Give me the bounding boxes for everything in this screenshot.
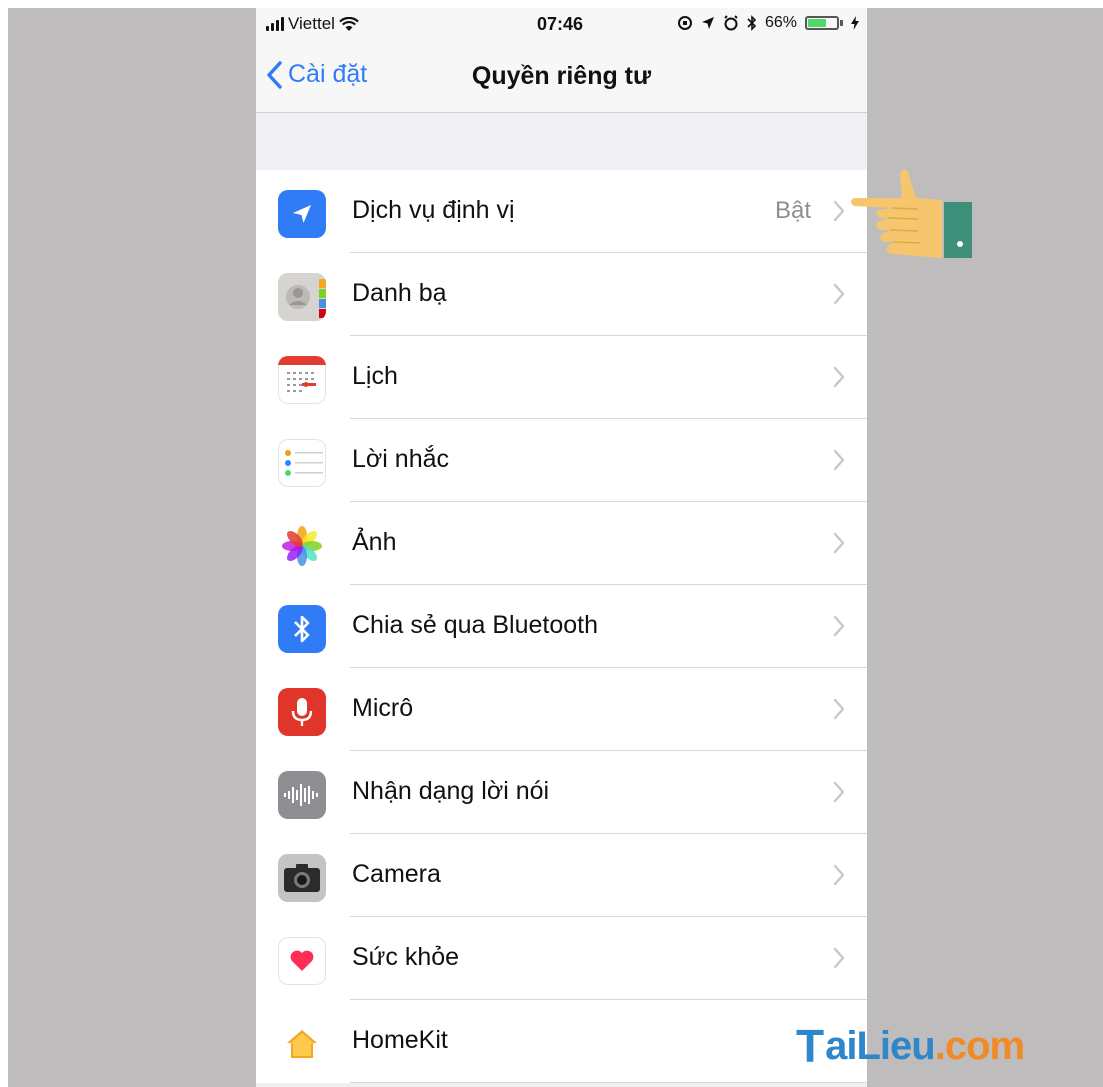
row-label: Danh bạ [352,279,447,307]
bluetooth-icon [278,605,326,653]
row-label: Nhận dạng lời nói [352,777,550,805]
row-label: Dịch vụ định vị [352,196,515,224]
page-title: Quyền riêng tư [471,62,652,90]
photos-icon [278,522,326,570]
pointing-hand-icon [851,169,972,258]
row-microphone[interactable]: Micrô [256,668,867,751]
row-label: Lịch [352,362,398,390]
reminders-icon [278,439,326,487]
privacy-list: Dịch vụ định vị Bật Danh bạ Lịch Lời nhắ… [256,170,867,1083]
bluetooth-icon [747,15,757,31]
signal-icon [266,17,284,31]
chevron-right-icon [833,449,845,471]
row-bluetooth-sharing[interactable]: Chia sẻ qua Bluetooth [256,585,867,668]
status-bar: Viettel 07:46 66% [256,8,867,42]
phone-screen: Viettel 07:46 66% Cài đặt Quyền riêng tư… [256,8,867,1087]
chevron-right-icon [833,698,845,720]
row-camera[interactable]: Camera [256,834,867,917]
carrier: Viettel [266,14,359,34]
tailieu-logo: T aiLieu .com [796,1019,1025,1073]
chevron-right-icon [833,615,845,637]
contacts-icon [278,273,326,321]
row-contacts[interactable]: Danh bạ [256,253,867,336]
chevron-right-icon [833,532,845,554]
charging-icon [851,16,859,30]
microphone-icon [278,688,326,736]
health-icon [278,937,326,985]
rotation-lock-icon [677,16,692,30]
wifi-icon [339,16,359,31]
clock: 07:46 [537,14,584,34]
camera-icon [278,854,326,902]
logo-letter: T [796,1020,824,1072]
battery-percent: 66% [764,14,797,31]
status-icons: 66% [677,14,859,32]
homekit-icon [278,1020,326,1068]
chevron-right-icon [833,947,845,969]
logo-domain: .com [934,1023,1025,1068]
row-label: Micrô [352,694,414,722]
row-location-services[interactable]: Dịch vụ định vị Bật [256,170,867,253]
location-icon [701,17,714,29]
row-calendar[interactable]: Lịch [256,336,867,419]
location-icon [278,190,326,238]
chevron-right-icon [833,283,845,305]
row-label: HomeKit [352,1026,448,1054]
alarm-icon [724,15,738,31]
carrier-name: Viettel [288,14,335,33]
row-label: Lời nhắc [352,445,450,473]
separator [350,1082,867,1083]
navigation-bar: Cài đặt Quyền riêng tư [256,42,867,113]
row-label: Chia sẻ qua Bluetooth [352,611,599,639]
battery-icon [805,16,843,30]
chevron-right-icon [833,200,845,222]
chevron-right-icon [833,781,845,803]
chevron-right-icon [833,864,845,886]
row-speech-recognition[interactable]: Nhận dạng lời nói [256,751,867,834]
row-reminders[interactable]: Lời nhắc [256,419,867,502]
row-homekit[interactable]: HomeKit [256,1000,867,1083]
row-value: Bật [774,197,811,224]
row-label: Sức khỏe [352,943,460,971]
row-label: Camera [352,860,441,888]
row-photos[interactable]: Ảnh [256,502,867,585]
speech-recognition-icon [278,771,326,819]
tailieu-watermark: T aiLieu .com [796,1018,1025,1074]
logo-brand: aiLieu [825,1023,936,1068]
row-label: Ảnh [352,528,397,556]
row-health[interactable]: Sức khỏe [256,917,867,1000]
chevron-right-icon [833,366,845,388]
calendar-icon [278,356,326,404]
